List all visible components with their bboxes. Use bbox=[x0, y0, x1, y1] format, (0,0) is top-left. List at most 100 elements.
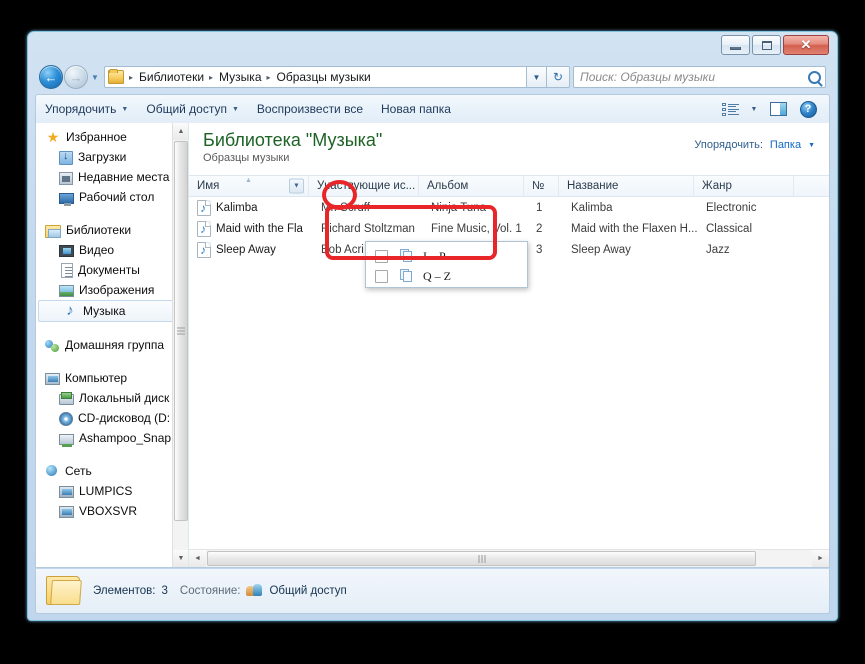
nav-group-computer: Компьютер Локальный диск CD-дисковод (D:… bbox=[36, 368, 188, 448]
scroll-thumb[interactable] bbox=[207, 551, 756, 566]
search-input[interactable] bbox=[580, 70, 808, 84]
minimize-button[interactable] bbox=[721, 35, 750, 55]
video-icon bbox=[59, 245, 74, 257]
sidebar-label: CD-дисковод (D: bbox=[78, 411, 171, 425]
computer-icon bbox=[59, 506, 74, 518]
maximize-icon bbox=[761, 40, 772, 50]
cell-genre: Classical bbox=[706, 222, 753, 235]
back-button[interactable]: ← bbox=[39, 65, 63, 89]
refresh-button[interactable]: ↻ bbox=[547, 66, 570, 88]
preview-pane-button[interactable] bbox=[764, 98, 792, 120]
help-button[interactable]: ? bbox=[794, 98, 822, 120]
scroll-thumb[interactable] bbox=[174, 141, 188, 521]
sidebar-label: Сеть bbox=[65, 464, 92, 478]
table-row[interactable]: Kalimba Mr. Scruff Ninja Tuna 1 Kalimba … bbox=[189, 197, 829, 218]
chevron-up-icon: ▲ bbox=[177, 128, 185, 135]
breadcrumb-separator-0[interactable]: ▸ bbox=[126, 73, 137, 82]
sidebar-item-vboxsvr[interactable]: VBOXSVR bbox=[36, 501, 188, 521]
scroll-down-button[interactable]: ▼ bbox=[173, 550, 188, 567]
cell-genre: Electronic bbox=[706, 201, 757, 214]
horizontal-scrollbar[interactable]: ◄ ► bbox=[189, 549, 829, 567]
column-filter-arrow[interactable]: ▼ bbox=[289, 178, 304, 194]
column-header-artists[interactable]: Участвующие ис... bbox=[309, 176, 419, 196]
history-dropdown-button[interactable]: ▼ bbox=[88, 65, 102, 89]
sidebar-item-network[interactable]: Сеть bbox=[36, 461, 188, 481]
sidebar-item-homegroup[interactable]: Домашняя группа bbox=[36, 335, 188, 355]
title-bar: ✕ bbox=[35, 32, 830, 59]
play-all-label: Воспроизвести все bbox=[256, 102, 364, 116]
sidebar-item-desktop[interactable]: Рабочий стол bbox=[36, 187, 188, 207]
preview-pane-icon bbox=[769, 102, 787, 116]
checkbox[interactable] bbox=[375, 249, 388, 263]
scroll-up-button[interactable]: ▲ bbox=[173, 123, 188, 140]
sidebar-label: Изображения bbox=[79, 283, 155, 297]
sidebar-item-video[interactable]: Видео bbox=[36, 240, 188, 260]
navigation-tree: ★ Избранное Загрузки Недавние места Рабо… bbox=[36, 127, 188, 534]
sidebar-item-music[interactable]: ♪ Музыка bbox=[38, 300, 188, 322]
arrange-by-value[interactable]: Папка bbox=[770, 139, 801, 151]
column-header-title[interactable]: Название bbox=[559, 176, 694, 196]
sidebar-label: LUMPICS bbox=[79, 484, 133, 498]
items-count: 3 bbox=[161, 585, 168, 597]
breadcrumb-item-0[interactable]: Библиотеки bbox=[137, 70, 206, 84]
change-view-button[interactable] bbox=[716, 98, 744, 120]
navigation-scrollbar[interactable]: ▲ ▼ bbox=[172, 123, 188, 567]
sidebar-item-libraries[interactable]: Библиотеки bbox=[36, 220, 188, 240]
sidebar-item-pictures[interactable]: Изображения bbox=[36, 280, 188, 300]
close-button[interactable]: ✕ bbox=[783, 35, 829, 55]
breadcrumb-separator-1[interactable]: ▸ bbox=[206, 73, 217, 82]
maximize-button[interactable] bbox=[752, 35, 781, 55]
filter-dropdown-popup[interactable]: I – P Q – Z bbox=[365, 241, 528, 288]
cell-album: Fine Music, Vol. 1 bbox=[431, 222, 522, 235]
new-folder-button[interactable]: Новая папка bbox=[372, 98, 460, 120]
filter-option-q-z[interactable]: Q – Z bbox=[366, 266, 527, 286]
status-bar: Элементов: 3 Состояние: Общий доступ bbox=[35, 569, 830, 614]
breadcrumb-separator-2[interactable]: ▸ bbox=[264, 73, 275, 82]
search-box[interactable] bbox=[573, 66, 826, 88]
share-button[interactable]: Общий доступ ▼ bbox=[137, 98, 248, 120]
filter-option-label: I – P bbox=[423, 248, 446, 263]
change-view-dropdown[interactable]: ▼ bbox=[746, 98, 762, 120]
sidebar-label: Домашняя группа bbox=[65, 338, 165, 352]
organize-button[interactable]: Упорядочить ▼ bbox=[36, 98, 137, 120]
sidebar-item-computer[interactable]: Компьютер bbox=[36, 368, 188, 388]
nav-group-favorites: ★ Избранное Загрузки Недавние места Рабо… bbox=[36, 127, 188, 207]
libraries-icon bbox=[45, 224, 61, 238]
sidebar-item-favorites[interactable]: ★ Избранное bbox=[36, 127, 188, 147]
cell-name: Maid with the Fla bbox=[216, 222, 303, 235]
breadcrumb-item-1[interactable]: Музыка bbox=[217, 70, 263, 84]
play-all-button[interactable]: Воспроизвести все bbox=[248, 98, 372, 120]
column-header-genre[interactable]: Жанр bbox=[694, 176, 794, 196]
sidebar-item-ashampoo-snap[interactable]: Ashampoo_Snap bbox=[36, 428, 188, 448]
column-header-track[interactable]: № bbox=[524, 176, 559, 196]
sidebar-item-local-disk[interactable]: Локальный диск bbox=[36, 388, 188, 408]
address-dropdown-button[interactable]: ▼ bbox=[527, 66, 547, 88]
breadcrumb-item-2[interactable]: Образцы музыки bbox=[275, 70, 373, 84]
filter-option-i-p[interactable]: I – P bbox=[366, 246, 527, 266]
scroll-right-button[interactable]: ► bbox=[812, 550, 829, 567]
sidebar-item-cd-drive[interactable]: CD-дисковод (D: bbox=[36, 408, 188, 428]
sidebar-item-lumpics[interactable]: LUMPICS bbox=[36, 481, 188, 501]
table-row[interactable]: Maid with the Fla Richard Stoltzman Fine… bbox=[189, 218, 829, 239]
scroll-left-button[interactable]: ◄ bbox=[189, 550, 206, 567]
minimize-icon bbox=[730, 46, 741, 50]
forward-button[interactable]: → bbox=[64, 65, 88, 89]
address-bar[interactable]: ▸ Библиотеки ▸ Музыка ▸ Образцы музыки bbox=[104, 66, 527, 88]
views-icon bbox=[721, 102, 739, 116]
music-icon: ♪ bbox=[66, 302, 74, 319]
sidebar-item-downloads[interactable]: Загрузки bbox=[36, 147, 188, 167]
sidebar-label: Музыка bbox=[83, 304, 126, 318]
search-icon[interactable] bbox=[808, 70, 821, 84]
sidebar-item-recent-places[interactable]: Недавние места bbox=[36, 167, 188, 187]
homegroup-icon bbox=[45, 339, 60, 353]
documents-icon bbox=[61, 262, 73, 278]
chevron-down-icon: ▼ bbox=[177, 555, 185, 562]
network-icon bbox=[45, 464, 60, 479]
close-icon: ✕ bbox=[800, 37, 812, 52]
checkbox[interactable] bbox=[375, 269, 388, 283]
column-header-album[interactable]: Альбом bbox=[419, 176, 524, 196]
chevron-down-icon[interactable]: ▼ bbox=[808, 142, 815, 149]
column-header-name[interactable]: ▲ Имя ▼ bbox=[189, 176, 309, 196]
sidebar-item-documents[interactable]: Документы bbox=[36, 260, 188, 280]
recent-places-icon bbox=[59, 171, 73, 185]
